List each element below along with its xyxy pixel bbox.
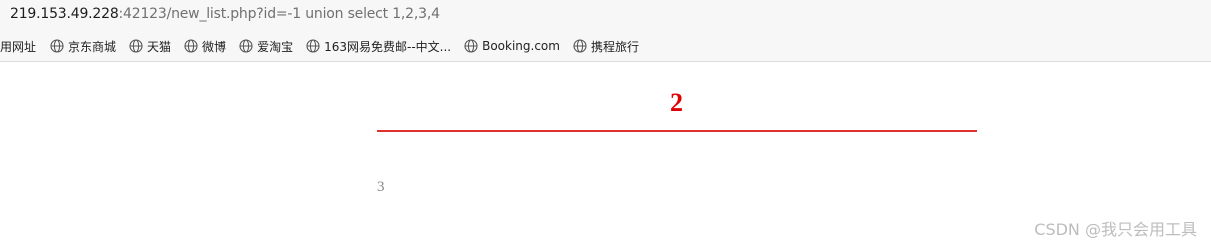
url-path: :42123/new_list.php?id=-1 union select 1… [118,6,440,22]
page-title: 2 [670,88,683,117]
bookmark-163-mail[interactable]: 163网易免费邮--中文... [306,34,451,58]
url-text[interactable]: 219.153.49.228:42123/new_list.php?id=-1 … [10,6,440,22]
page-body-text: 3 [377,179,385,195]
globe-icon [50,39,64,53]
bookmark-booking[interactable]: Booking.com [464,34,560,58]
globe-icon [239,39,253,53]
bookmarks-bar: 用网址 京东商城 天猫 微博 爱淘宝 163网易免费邮--中文... Booki… [0,31,1211,62]
bookmark-ctrip[interactable]: 携程旅行 [573,34,639,58]
globe-icon [306,39,320,53]
bookmark-label: Booking.com [482,39,560,53]
title-divider [377,130,977,132]
bookmark-jd[interactable]: 京东商城 [50,34,116,58]
bookmark-weibo[interactable]: 微博 [184,34,226,58]
bookmark-label: 163网易免费邮--中文... [324,39,452,54]
globe-icon [129,39,143,53]
bookmark-label: 京东商城 [68,39,117,54]
url-host: 219.153.49.228 [10,6,119,22]
bookmark-label: 用网址 [0,39,37,54]
bookmark-aitaobao[interactable]: 爱淘宝 [239,34,293,58]
page-content: 2 3 [0,63,1211,248]
bookmark-label: 天猫 [147,39,172,54]
bookmark-label: 爱淘宝 [257,39,294,54]
address-bar[interactable]: 219.153.49.228:42123/new_list.php?id=-1 … [0,0,1211,31]
bookmark-label: 携程旅行 [590,39,639,54]
bookmark-label: 微博 [202,39,227,54]
bookmark-tmall[interactable]: 天猫 [129,34,171,58]
globe-icon [184,39,198,53]
globe-icon [573,39,587,53]
bookmark-common-sites[interactable]: 用网址 [0,34,36,58]
csdn-watermark: CSDN @我只会用工具 [1034,220,1197,239]
globe-icon [464,39,478,53]
